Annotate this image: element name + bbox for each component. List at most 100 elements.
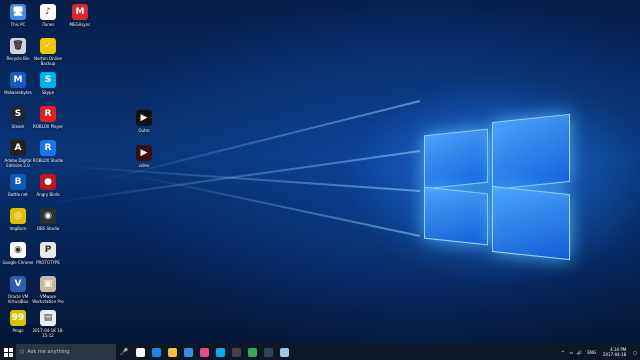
app-icon: B	[10, 174, 26, 190]
desktop-icon-label: PROTOTYPE	[36, 260, 60, 265]
file-explorer-icon	[167, 347, 177, 357]
desktop-icon[interactable]: ▶ video	[128, 145, 160, 168]
app-icon: 🖥	[10, 4, 26, 20]
app-icon: R	[40, 106, 56, 122]
desktop-icon[interactable]: M MEGAsync	[64, 4, 96, 27]
steam-icon	[263, 347, 273, 357]
desktop-icon[interactable]: M Malwarebytes	[2, 72, 34, 95]
desktop-icon-label: Adobe Digital Editions 2.0	[4, 158, 32, 168]
app-icon: ▶	[136, 110, 152, 126]
desktop-icon[interactable]: 99 Progs	[2, 310, 34, 333]
notifications-icon[interactable]: ▢	[633, 350, 637, 355]
app-icon: V	[10, 276, 26, 292]
taskbar-app-task-view[interactable]	[132, 344, 148, 360]
desktop-icon[interactable]: P PROTOTYPE	[32, 242, 64, 265]
store-icon	[183, 347, 193, 357]
desktop-icon-label: ROBLOX Player	[32, 124, 64, 129]
windows-logo-pane	[424, 128, 488, 190]
desktop-icon-label: Google Chrome	[2, 260, 34, 265]
taskbar-app-file[interactable]	[276, 344, 292, 360]
desktop-icon[interactable]: ♪ iTunes	[32, 4, 64, 27]
desktop-icon-label: Steam	[11, 124, 25, 129]
desktop-icon[interactable]: R ROBLOX Player	[32, 106, 64, 129]
app-icon: S	[40, 72, 56, 88]
app-icon: M	[10, 72, 26, 88]
volume-icon[interactable]: 🔊	[577, 350, 582, 355]
clock[interactable]: 4:34 PM 2017-04-18	[599, 347, 630, 357]
taskbar-app-file-explorer[interactable]	[164, 344, 180, 360]
windows-logo-pane	[424, 186, 488, 246]
language-indicator[interactable]: ENG	[587, 350, 596, 355]
taskbar-app-edge[interactable]	[148, 344, 164, 360]
app-icon: ▤	[40, 310, 56, 326]
app-icon: ◎	[10, 208, 26, 224]
light-beam	[126, 172, 421, 237]
desktop-icon[interactable]: ▶ Outro	[128, 110, 160, 133]
app-icon: ◉	[40, 208, 56, 224]
chrome-icon	[247, 347, 257, 357]
search-icon: ○	[20, 349, 25, 355]
clock-date: 2017-04-18	[602, 352, 627, 357]
desktop-icon-label: Progs	[12, 328, 24, 333]
desktop-wallpaper: 🖥 This PC 🗑 Recycle Bin M Malwarebytes S Steam A…	[0, 0, 640, 344]
desktop-icon-label: 2017-04-18 18-15-12	[32, 328, 64, 338]
app-icon: R	[40, 140, 56, 156]
microphone-icon: 🎤	[119, 348, 129, 356]
taskbar: ○ Ask me anything 🎤 ^ ▭ 🔊 ENG 4:34 PM 20…	[0, 344, 640, 360]
desktop-icon-label: Angry Birds	[36, 192, 60, 197]
desktop-icon-label: Recycle Bin	[6, 56, 30, 61]
file-icon	[279, 347, 289, 357]
desktop-icon-label: VMware Workstation Pro	[32, 294, 64, 304]
tray-chevron-icon[interactable]: ^	[561, 350, 564, 355]
desktop-icon-label: Norton Online Backup	[34, 56, 62, 66]
taskbar-app-store[interactable]	[180, 344, 196, 360]
desktop-icon[interactable]: ◉ OBS Studio	[32, 208, 64, 231]
app-icon: ●	[40, 174, 56, 190]
search-box[interactable]: ○ Ask me anything	[16, 344, 116, 360]
start-button[interactable]	[0, 344, 16, 360]
desktop-icon[interactable]: ✓ Norton Online Backup	[32, 38, 64, 66]
taskbar-app-steam[interactable]	[260, 344, 276, 360]
desktop-icon[interactable]: S Skype	[32, 72, 64, 95]
app-icon: A	[10, 140, 26, 156]
desktop-icon-label: video	[138, 163, 150, 168]
desktop-icon[interactable]: ▣ VMware Workstation Pro	[32, 276, 64, 304]
cortana-mic-button[interactable]: 🎤	[116, 344, 132, 360]
taskbar-app-chrome[interactable]	[244, 344, 260, 360]
app-icon: ▶	[136, 145, 152, 161]
desktop-icon[interactable]: ◎ ImgBurn	[2, 208, 34, 231]
desktop-icon-label: This PC	[10, 22, 26, 27]
desktop-icon[interactable]: R ROBLOX Studio	[32, 140, 64, 163]
desktop-icon-label: Skype	[41, 90, 55, 95]
desktop-icon[interactable]: ◉ Google Chrome	[2, 242, 34, 265]
desktop-icon-label: Malwarebytes	[4, 90, 32, 95]
desktop-icon[interactable]: S Steam	[2, 106, 34, 129]
windows-start-icon	[3, 347, 13, 357]
desktop-icon[interactable]: 🖥 This PC	[2, 4, 34, 27]
app-icon: ✓	[40, 38, 56, 54]
desktop-icon[interactable]: ● Angry Birds	[32, 174, 64, 197]
desktop-icon-label: ImgBurn	[9, 226, 27, 231]
desktop-icon[interactable]: A Adobe Digital Editions 2.0	[2, 140, 34, 168]
taskbar-app-skype[interactable]	[212, 344, 228, 360]
desktop-icon[interactable]: B Battle.net	[2, 174, 34, 197]
desktop-icon-label: ROBLOX Studio	[32, 158, 64, 163]
task-view-icon	[135, 347, 145, 357]
app-icon: S	[10, 106, 26, 122]
taskbar-app-obs[interactable]	[228, 344, 244, 360]
app-icon: 🗑	[10, 38, 26, 54]
desktop-icon[interactable]: ▤ 2017-04-18 18-15-12	[32, 310, 64, 338]
app-icon: P	[40, 242, 56, 258]
app-icon: ♪	[40, 4, 56, 20]
desktop-icon[interactable]: V Oracle VM VirtualBox	[2, 276, 34, 304]
taskbar-app-itunes[interactable]	[196, 344, 212, 360]
app-icon: 99	[10, 310, 26, 326]
desktop-icon[interactable]: 🗑 Recycle Bin	[2, 38, 34, 61]
desktop-icon-label: Battle.net	[8, 192, 28, 197]
windows-logo-pane	[492, 185, 570, 261]
desktop-icon-label: Outro	[138, 128, 150, 133]
taskbar-pinned-apps	[132, 344, 292, 360]
network-icon[interactable]: ▭	[570, 350, 574, 355]
itunes-icon	[199, 347, 209, 357]
skype-icon	[215, 347, 225, 357]
